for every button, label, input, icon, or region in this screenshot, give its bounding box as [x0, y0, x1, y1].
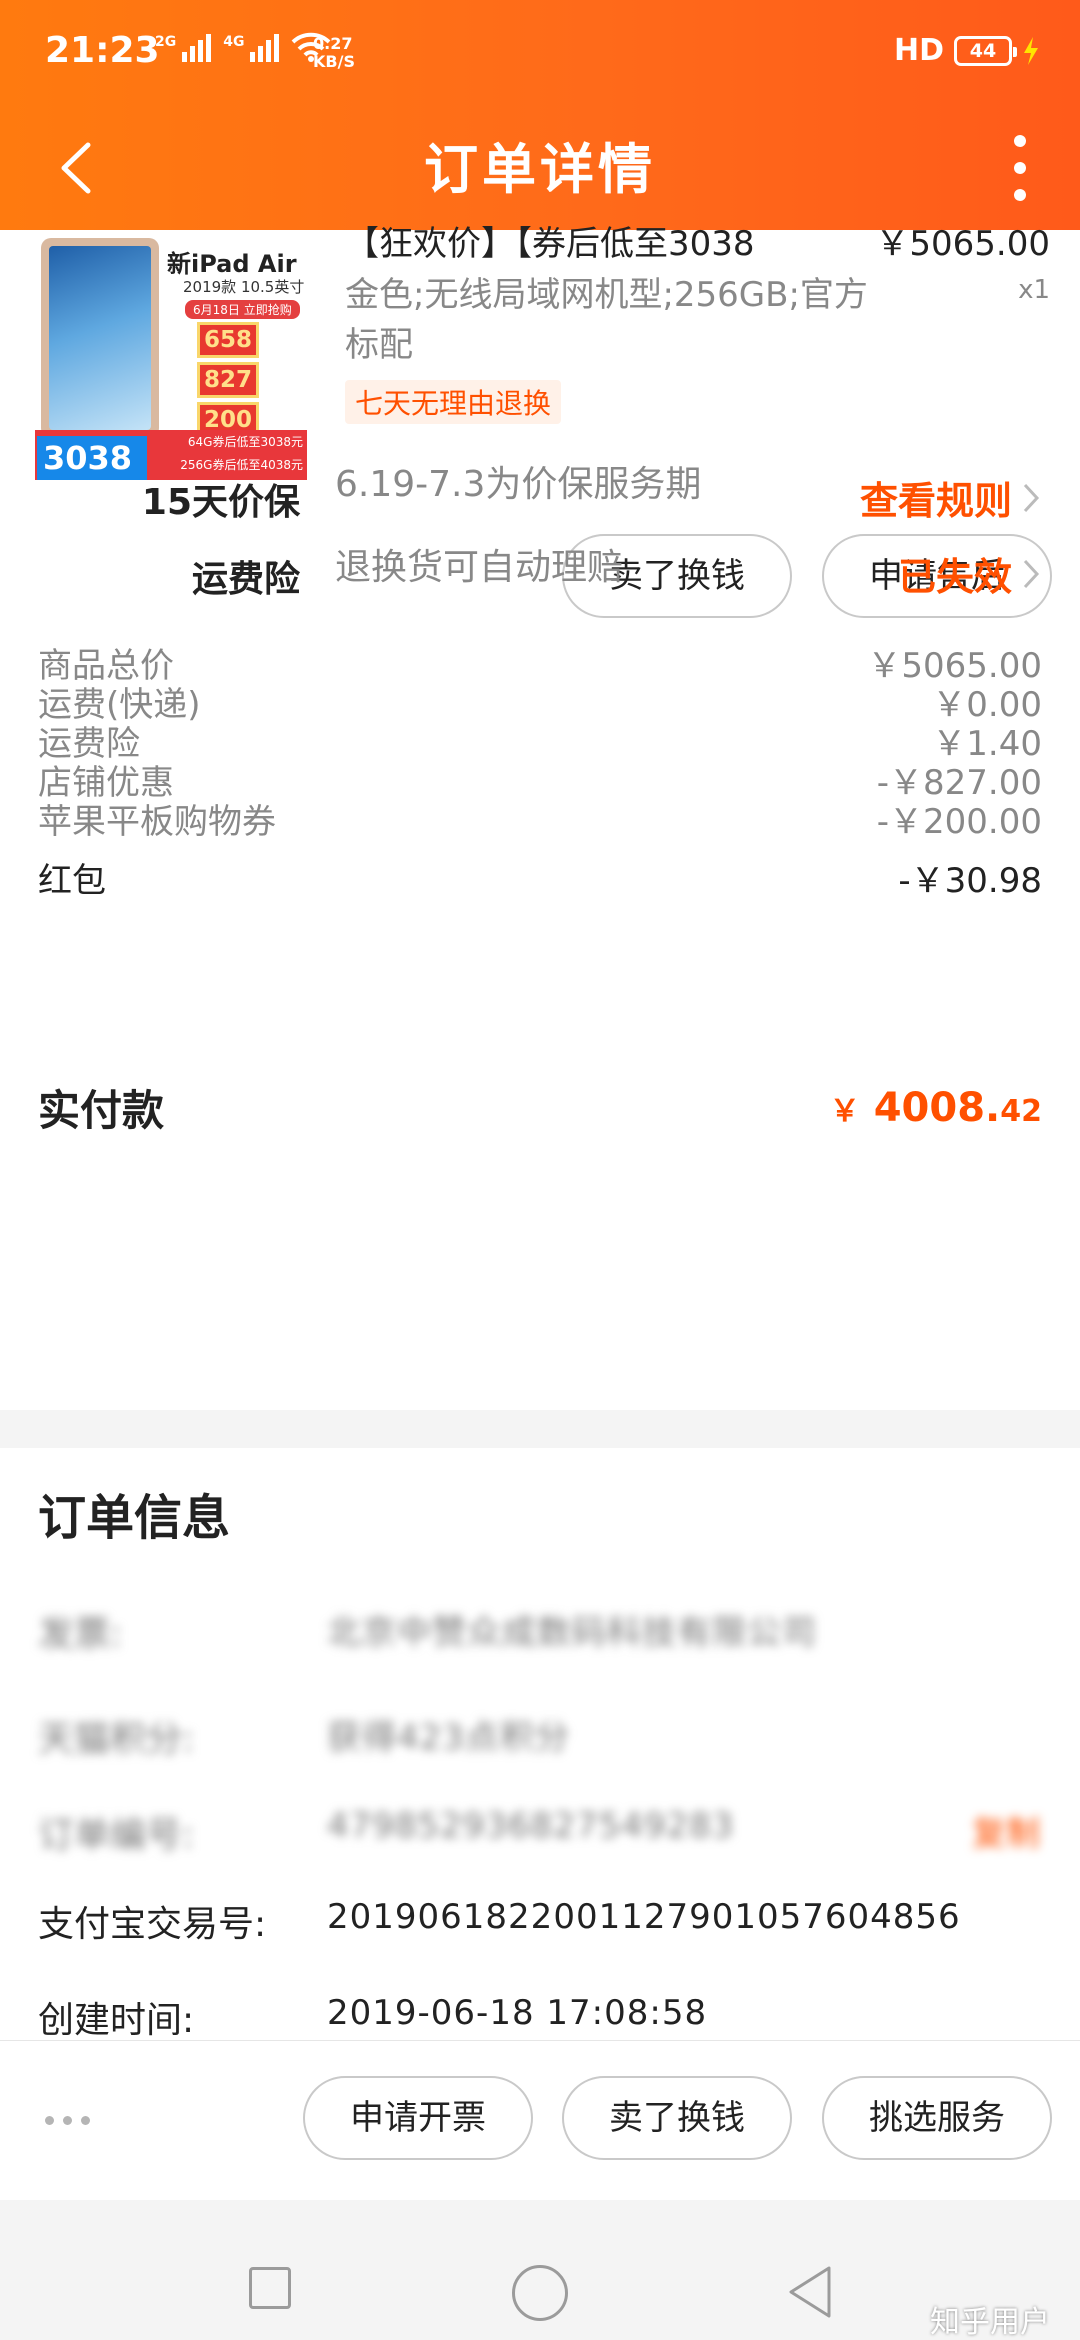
alipay-number-label: 支付宝交易号:: [38, 1904, 267, 1945]
order-number-value: 479852936827549283: [327, 1806, 735, 1846]
chevron-right-icon: [1023, 483, 1040, 512]
title-bar: 订单详情: [0, 105, 1080, 230]
battery-icon: 44: [954, 35, 1017, 66]
more-options-icon[interactable]: [1010, 135, 1030, 201]
fee-row-red-packet: 红包 -￥30.98: [38, 860, 1042, 901]
order-number-label: 订单编号:: [38, 1815, 195, 1856]
sell-for-cash-button-bottom[interactable]: 卖了换钱: [562, 2076, 792, 2160]
status-bar: 21:23 2G 4G 0.27 KB/S HD 44: [0, 0, 1080, 110]
product-spec: 金色;无线局域网机型;256GB;官方标配: [345, 275, 868, 365]
points-label: 天猫积分:: [38, 1719, 195, 1760]
thumb-coupon: 827: [197, 362, 259, 398]
status-right: HD 44: [894, 33, 1040, 68]
shipping-insurance-label: 运费险: [191, 559, 300, 600]
recent-apps-icon[interactable]: [249, 2267, 291, 2309]
return-policy-tag: 七天无理由退换: [345, 380, 562, 424]
product-quantity: x1: [1018, 275, 1050, 305]
total-paid-value: ￥ 4008.42: [829, 1084, 1042, 1131]
price-protect-label: 15天价保: [141, 482, 300, 523]
thumb-coupon: 658: [197, 322, 259, 358]
thumb-product-name: 新iPad Air: [167, 250, 297, 278]
signal-icon-2: 4G: [223, 34, 280, 62]
alipay-number-value: 2019061822001127901057604856: [327, 1897, 961, 1937]
page-title: 订单详情: [424, 138, 656, 201]
invoice-value: 北京中赞众成数码科技有限公司: [327, 1613, 817, 1653]
invoice-label: 发票:: [38, 1614, 123, 1655]
request-invoice-button[interactable]: 申请开票: [303, 2076, 533, 2160]
home-icon[interactable]: [512, 2265, 568, 2321]
order-product-card: 新iPad Air 2019款 10.5英寸 6月18日 立即抢购 658 82…: [0, 224, 1080, 1410]
created-time-label: 创建时间:: [38, 2000, 195, 2041]
insurance-status-link[interactable]: 已失效: [898, 546, 1040, 601]
network-indicators: 2G 4G: [155, 32, 331, 62]
chevron-right-icon: [1023, 559, 1040, 588]
price-protect-desc: 6.19-7.3为价保服务期: [335, 464, 702, 505]
thumb-price-badge: 3038: [37, 436, 147, 480]
ipad-image: [41, 238, 159, 438]
network-speed: 0.27 KB/S: [313, 34, 355, 71]
status-time: 21:23: [45, 30, 160, 71]
fee-row-tablet-coupon: 苹果平板购物券 -￥200.00: [38, 801, 1042, 842]
choose-service-button[interactable]: 挑选服务: [822, 2076, 1052, 2160]
hd-indicator: HD: [893, 33, 944, 68]
thumb-product-sub: 2019款 10.5英寸: [183, 278, 305, 296]
system-nav-bar: 知乎用户: [0, 2200, 1080, 2340]
charging-icon: [1024, 36, 1038, 65]
order-info-title: 订单信息: [38, 1490, 231, 1546]
thumb-date: 6月18日 立即抢购: [185, 300, 300, 319]
more-actions-icon[interactable]: [45, 2116, 90, 2125]
total-paid-label: 实付款: [38, 1086, 165, 1135]
copy-order-number-button[interactable]: 复制: [972, 1806, 1040, 1855]
watermark: 知乎用户: [930, 2305, 1050, 2340]
product-title[interactable]: 【狂欢价】【券后低至3038: [345, 216, 755, 265]
signal-icon: 2G: [155, 34, 212, 62]
view-rules-link[interactable]: 查看规则: [860, 470, 1040, 525]
nav-back-icon[interactable]: [785, 2262, 835, 2322]
shipping-insurance-desc: 退换货可自动理赔: [335, 547, 624, 588]
product-thumbnail[interactable]: 新iPad Air 2019款 10.5英寸 6月18日 立即抢购 658 82…: [35, 230, 307, 480]
created-time-value: 2019-06-18 17:08:58: [327, 1993, 708, 2033]
total-paid-row: 实付款 ￥ 4008.42: [38, 1077, 1042, 1138]
bottom-action-bar: 申请开票 卖了换钱 挑选服务: [0, 2040, 1080, 2200]
order-info-card: 订单信息 发票: 北京中赞众成数码科技有限公司 天猫积分: 获得423点积分 订…: [0, 1448, 1080, 2041]
product-price: ￥5065.00: [875, 224, 1050, 264]
points-value: 获得423点积分: [327, 1718, 570, 1758]
